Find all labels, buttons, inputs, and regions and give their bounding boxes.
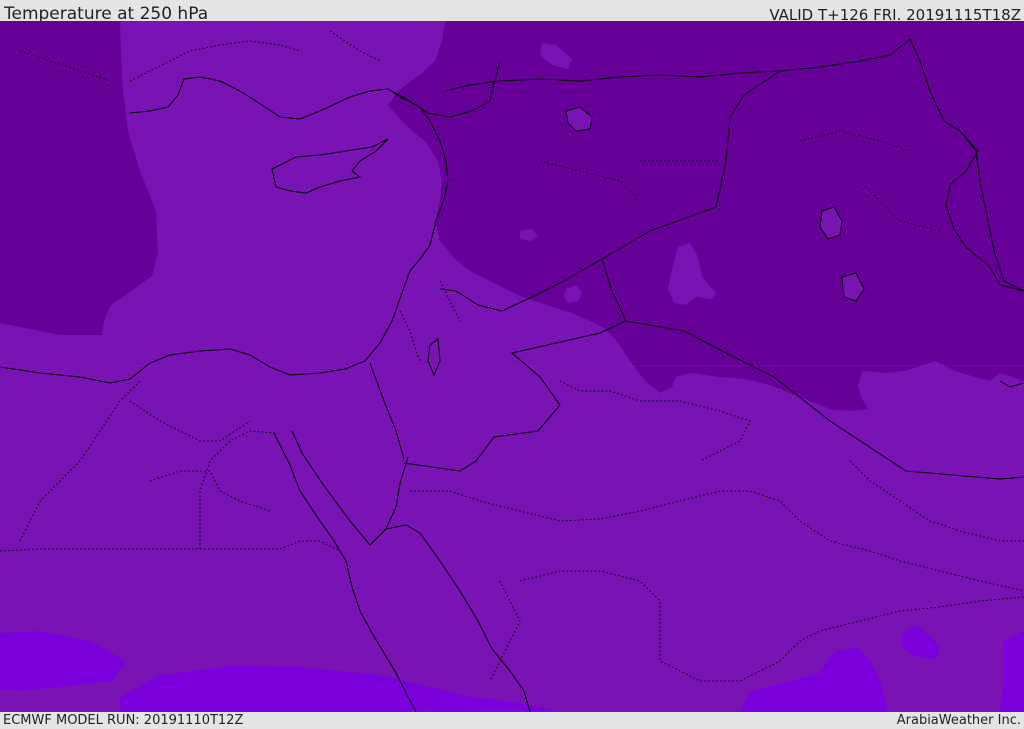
- temperature-field: [0, 21, 1024, 712]
- credit-label: ArabiaWeather Inc.: [896, 713, 1021, 728]
- header-bar: Temperature at 250 hPa VALID T+126 FRI. …: [0, 0, 1024, 24]
- footer-bar: ECMWF MODEL RUN: 20191110T12Z ArabiaWeat…: [0, 712, 1024, 729]
- weather-map[interactable]: [0, 21, 1024, 712]
- model-run: ECMWF MODEL RUN: 20191110T12Z: [3, 713, 244, 728]
